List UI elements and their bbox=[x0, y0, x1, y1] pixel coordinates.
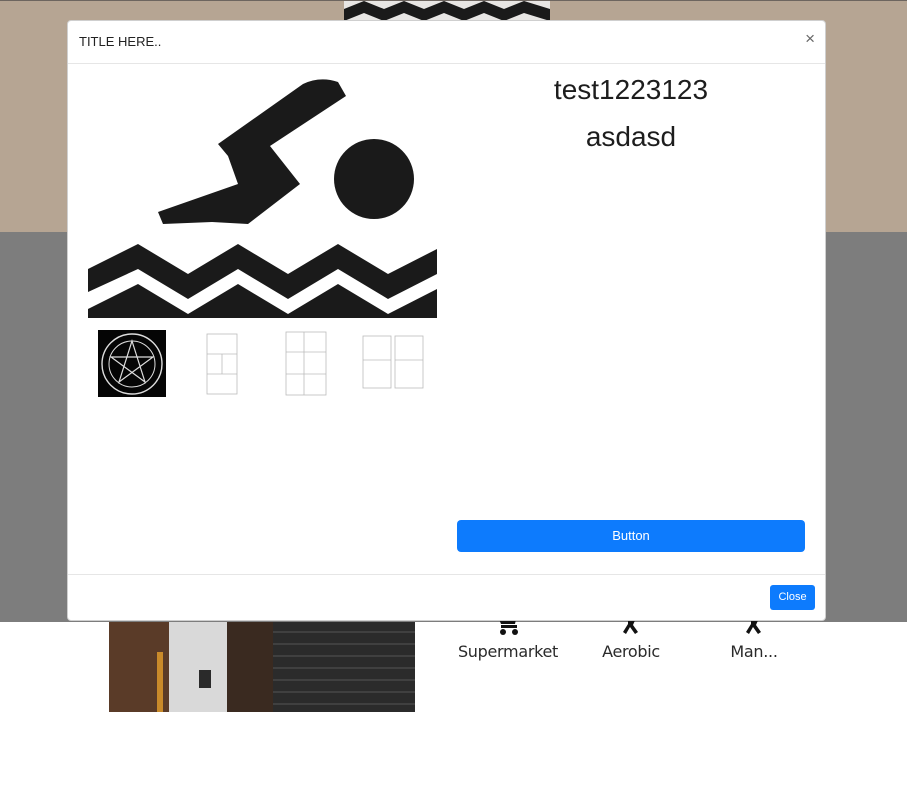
floorplan-icon bbox=[206, 333, 238, 395]
amenity-label: Supermarket bbox=[457, 642, 559, 661]
footer-divider bbox=[68, 574, 825, 575]
info-heading-1: test1223123 bbox=[553, 74, 709, 105]
thumbnail-2[interactable] bbox=[185, 330, 253, 397]
thumbnail-1[interactable] bbox=[98, 330, 166, 397]
property-photo bbox=[109, 622, 415, 712]
floorplan-icon bbox=[362, 335, 424, 389]
amenity-label: Man... bbox=[730, 642, 778, 661]
close-icon[interactable]: × bbox=[805, 30, 815, 48]
close-button[interactable]: Close bbox=[770, 585, 815, 610]
primary-button[interactable]: Button bbox=[457, 520, 805, 552]
modal-title: TITLE HERE.. bbox=[79, 34, 162, 49]
main-gallery-image[interactable] bbox=[88, 74, 437, 318]
swimming-icon bbox=[88, 79, 437, 318]
floorplan-icon bbox=[285, 331, 327, 396]
modal-info: test1223123 asdasd bbox=[457, 71, 805, 155]
thumbnail-3[interactable] bbox=[272, 330, 340, 397]
info-heading-2: asdasd bbox=[585, 121, 677, 152]
modal-header: TITLE HERE.. × bbox=[68, 21, 825, 64]
amenity-label: Aerobic bbox=[602, 642, 660, 661]
modal-dialog: TITLE HERE.. × test1223123 asdasd Button… bbox=[67, 20, 826, 621]
pentagram-icon bbox=[98, 330, 166, 397]
thumbnail-4[interactable] bbox=[359, 330, 427, 397]
